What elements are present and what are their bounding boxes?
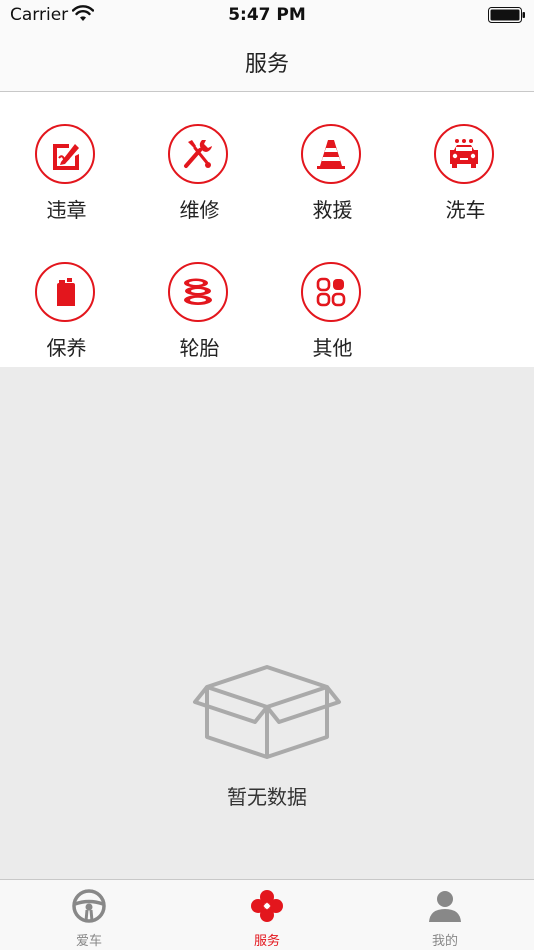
service-item-rescue[interactable]: 救援	[266, 124, 399, 244]
services-grid: 违章 维修 救援 洗车 保养 轮胎 其他	[0, 92, 534, 367]
service-label: 洗车	[445, 198, 486, 222]
service-item-tires[interactable]: 轮胎	[133, 262, 266, 382]
tab-label: 我的	[431, 934, 458, 949]
grid-apps-icon	[301, 262, 361, 322]
empty-state: 暂无数据	[0, 367, 534, 879]
tab-my-car[interactable]: 爱车	[0, 880, 178, 951]
tab-mine[interactable]: 我的	[356, 880, 534, 951]
service-label: 维修	[179, 198, 220, 222]
service-item-other[interactable]: 其他	[266, 262, 399, 382]
tab-services[interactable]: 服务	[178, 880, 356, 951]
tab-label: 爱车	[75, 934, 102, 949]
status-bar: Carrier 5:47 PM	[0, 0, 534, 30]
service-item-repair[interactable]: 维修	[133, 124, 266, 244]
service-label: 轮胎	[179, 336, 220, 360]
service-label: 救援	[312, 198, 353, 222]
service-label: 保养	[46, 336, 87, 360]
tab-label: 服务	[253, 934, 280, 949]
service-item-violation[interactable]: 违章	[0, 124, 133, 244]
repair-tools-icon	[168, 124, 228, 184]
car-wash-icon	[434, 124, 494, 184]
clover-icon	[251, 890, 283, 922]
status-time: 5:47 PM	[228, 5, 306, 25]
oil-can-icon	[35, 262, 95, 322]
service-item-car-wash[interactable]: 洗车	[399, 124, 532, 244]
violation-icon	[35, 124, 95, 184]
empty-state-text: 暂无数据	[227, 785, 307, 809]
service-label: 其他	[312, 336, 353, 360]
nav-bar: 服务	[0, 30, 534, 92]
battery-icon	[488, 7, 525, 23]
service-label: 违章	[46, 198, 87, 222]
empty-box-icon	[193, 665, 341, 759]
steering-wheel-icon	[72, 889, 106, 923]
service-item-maintenance[interactable]: 保养	[0, 262, 133, 382]
tab-bar: 爱车 服务 我的	[0, 879, 534, 950]
tires-icon	[168, 262, 228, 322]
person-icon	[429, 891, 461, 922]
page-title: 服务	[244, 52, 289, 77]
traffic-cone-icon	[301, 124, 361, 184]
